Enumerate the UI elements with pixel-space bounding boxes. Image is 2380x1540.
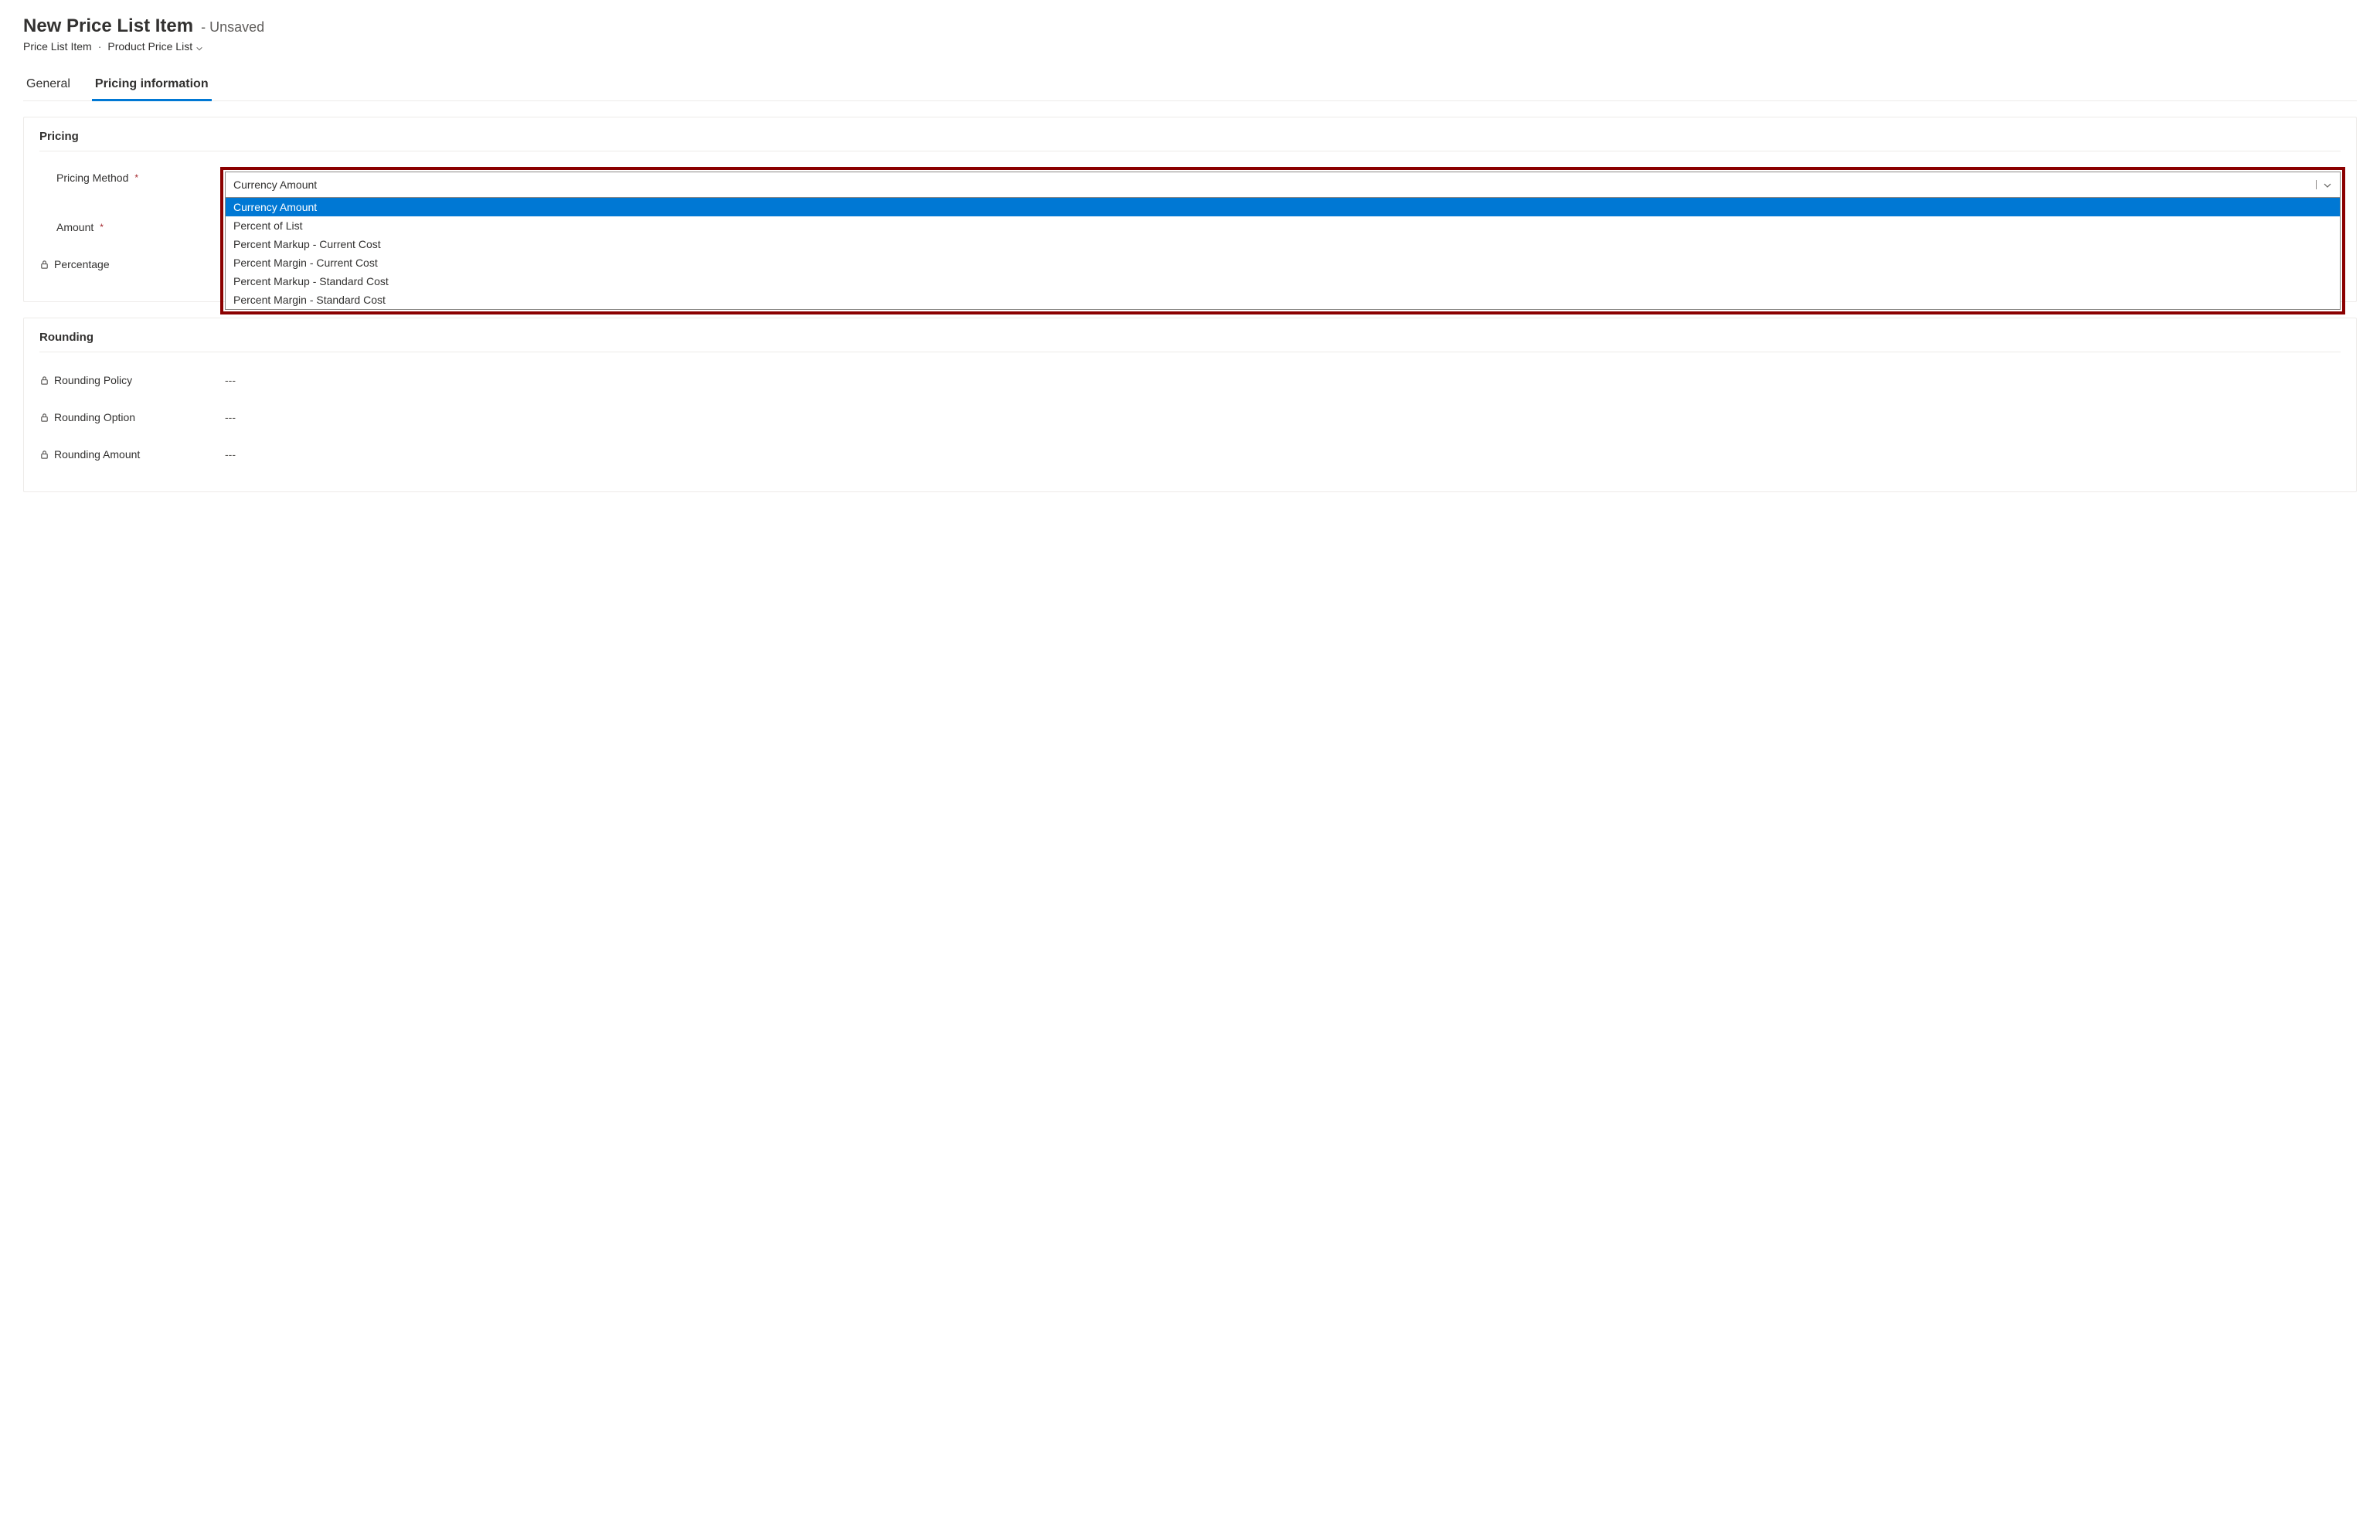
pricing-method-option[interactable]: Currency Amount: [226, 198, 2340, 216]
pricing-method-option[interactable]: Percent Markup - Current Cost: [226, 235, 2340, 253]
lock-icon: [39, 413, 49, 423]
pricing-method-caret-wrap: [2316, 180, 2332, 189]
page-header: New Price List Item - Unsaved Price List…: [23, 15, 2357, 53]
rounding-section-title: Rounding: [39, 331, 2341, 352]
percentage-label-wrap: Percentage: [39, 258, 225, 270]
chevron-down-icon: [196, 42, 203, 50]
rounding-section: Rounding Rounding Policy --- Rounding Op…: [23, 318, 2357, 492]
tab-pricing-information[interactable]: Pricing information: [92, 71, 212, 100]
unsaved-badge: - Unsaved: [201, 19, 264, 36]
form-selector[interactable]: Product Price List: [107, 40, 203, 53]
breadcrumb-current-label: Product Price List: [107, 40, 192, 53]
pricing-method-option[interactable]: Percent of List: [226, 216, 2340, 235]
chevron-down-icon: [2323, 180, 2332, 189]
page-title: New Price List Item: [23, 15, 193, 37]
rounding-amount-label: Rounding Amount: [54, 448, 140, 461]
pricing-method-row: Pricing Method * Currency Amount Currenc…: [39, 161, 2341, 209]
pricing-section: Pricing Pricing Method * Currency Amount: [23, 117, 2357, 302]
pricing-method-value: Currency Amount: [233, 178, 317, 191]
tab-general[interactable]: General: [23, 71, 73, 100]
rounding-policy-label: Rounding Policy: [54, 374, 132, 386]
pricing-method-select[interactable]: Currency Amount: [225, 172, 2341, 198]
tab-bar: General Pricing information: [23, 71, 2357, 101]
rounding-amount-value: ---: [225, 448, 2341, 461]
breadcrumb-separator: ·: [98, 40, 102, 53]
required-indicator: *: [134, 172, 138, 183]
rounding-amount-row: Rounding Amount ---: [39, 436, 2341, 473]
lock-icon: [39, 450, 49, 460]
pricing-method-option[interactable]: Percent Markup - Standard Cost: [226, 272, 2340, 291]
rounding-amount-label-wrap: Rounding Amount: [39, 448, 225, 461]
pricing-method-label: Pricing Method: [56, 172, 128, 184]
breadcrumb: Price List Item · Product Price List: [23, 40, 2357, 53]
rounding-option-label: Rounding Option: [54, 411, 135, 423]
pricing-method-option[interactable]: Percent Margin - Standard Cost: [226, 291, 2340, 309]
pricing-method-option[interactable]: Percent Margin - Current Cost: [226, 253, 2340, 272]
pricing-section-title: Pricing: [39, 130, 2341, 151]
breadcrumb-entity: Price List Item: [23, 40, 92, 53]
rounding-option-value: ---: [225, 411, 2341, 423]
rounding-option-row: Rounding Option ---: [39, 399, 2341, 436]
percentage-label: Percentage: [54, 258, 110, 270]
rounding-option-label-wrap: Rounding Option: [39, 411, 225, 423]
pricing-method-field: Currency Amount Currency AmountPercent o…: [225, 172, 2341, 198]
rounding-policy-label-wrap: Rounding Policy: [39, 374, 225, 386]
pricing-method-dropdown: Currency AmountPercent of ListPercent Ma…: [225, 198, 2341, 310]
pricing-method-label-wrap: Pricing Method *: [39, 172, 225, 184]
amount-label: Amount: [56, 221, 94, 233]
amount-label-wrap: Amount *: [39, 221, 225, 233]
required-indicator: *: [100, 222, 104, 233]
lock-icon: [39, 376, 49, 386]
lock-icon: [39, 260, 49, 270]
rounding-policy-row: Rounding Policy ---: [39, 362, 2341, 399]
rounding-policy-value: ---: [225, 374, 2341, 386]
